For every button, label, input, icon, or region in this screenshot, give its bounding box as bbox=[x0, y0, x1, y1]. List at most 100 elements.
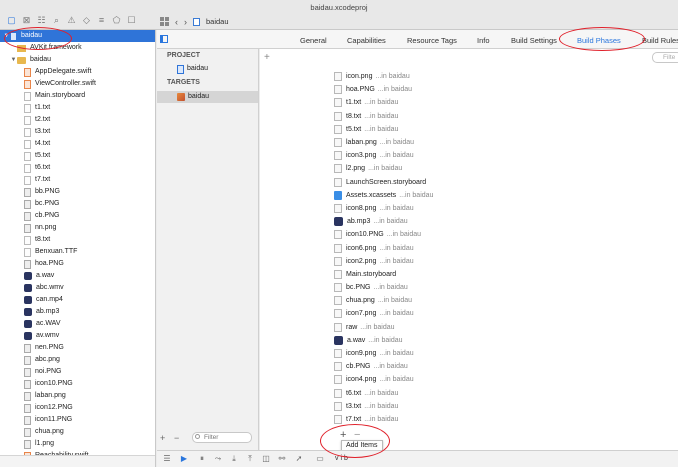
navigator-row[interactable]: t8.txt bbox=[0, 234, 155, 246]
navigator-row[interactable]: icon12.PNG bbox=[0, 402, 155, 414]
navigator-row[interactable]: can.mp4 bbox=[0, 294, 155, 306]
navigator-row[interactable]: ▼ baidau bbox=[0, 54, 155, 66]
navigator-row[interactable]: t3.txt bbox=[0, 126, 155, 138]
debug-view-hierarchy-icon[interactable]: ◫ bbox=[261, 454, 271, 464]
tab-resource-tags[interactable]: Resource Tags bbox=[407, 36, 457, 45]
resource-file-row[interactable]: a.wav ...in baidau bbox=[334, 334, 678, 347]
filter-lines-icon[interactable]: ☰ bbox=[162, 454, 172, 464]
navigator-row[interactable]: chua.png bbox=[0, 426, 155, 438]
resource-file-row[interactable]: icon8.png ...in baidau bbox=[334, 202, 678, 215]
navigator-row[interactable]: ViewController.swift bbox=[0, 78, 155, 90]
resource-file-row[interactable]: icon.png ...in baidau bbox=[334, 70, 678, 83]
remove-target-button[interactable]: − bbox=[174, 433, 179, 443]
resource-file-row[interactable]: l2.png ...in baidau bbox=[334, 162, 678, 175]
forward-arrow-icon[interactable]: › bbox=[184, 17, 187, 27]
navigator-row[interactable]: t6.txt bbox=[0, 162, 155, 174]
sidebar-toggle-icon[interactable] bbox=[160, 35, 168, 43]
resource-file-row[interactable]: chua.png ...in baidau bbox=[334, 294, 678, 307]
navigator-row[interactable]: bc.PNG bbox=[0, 198, 155, 210]
navigator-row[interactable]: t7.txt bbox=[0, 174, 155, 186]
disclosure-triangle-icon[interactable]: ▼ bbox=[10, 54, 17, 66]
resource-file-row[interactable]: t7.txt ...in baidau bbox=[334, 413, 678, 426]
tab-capabilities[interactable]: Capabilities bbox=[347, 36, 386, 45]
breakpoint-navigator-icon[interactable]: ⬠ bbox=[111, 15, 122, 26]
resource-file-row[interactable]: LaunchScreen.storyboard bbox=[334, 176, 678, 189]
navigator-row[interactable]: av.wmv bbox=[0, 330, 155, 342]
navigator-row[interactable]: abc.png bbox=[0, 354, 155, 366]
source-control-icon[interactable]: ⊠ bbox=[21, 15, 32, 26]
navigator-row[interactable]: laban.png bbox=[0, 390, 155, 402]
jump-bar-crumb[interactable]: baidau bbox=[206, 17, 229, 26]
add-target-button[interactable]: + bbox=[160, 433, 165, 443]
project-navigator-icon[interactable]: ▢ bbox=[6, 15, 17, 26]
navigator-row[interactable]: ac.WAV bbox=[0, 318, 155, 330]
resource-file-row[interactable]: Assets.xcassets ...in baidau bbox=[334, 189, 678, 202]
navigator-row[interactable]: ▼ baidau bbox=[0, 30, 155, 42]
resource-file-row[interactable]: t8.txt ...in baidau bbox=[334, 110, 678, 123]
add-build-phase-button[interactable]: + bbox=[264, 52, 270, 63]
navigator-row[interactable]: cb.PNG bbox=[0, 210, 155, 222]
resource-file-row[interactable]: icon2.png ...in baidau bbox=[334, 255, 678, 268]
navigator-row[interactable]: t4.txt bbox=[0, 138, 155, 150]
navigator-row[interactable]: Benxuan.TTF bbox=[0, 246, 155, 258]
process-icon[interactable]: ▭ bbox=[315, 454, 325, 464]
tab-build-settings[interactable]: Build Settings bbox=[511, 36, 557, 45]
tab-build-phases[interactable]: Build Phases bbox=[577, 36, 621, 45]
resource-file-row[interactable]: ab.mp3 ...in baidau bbox=[334, 215, 678, 228]
navigator-row[interactable]: nen.PNG bbox=[0, 342, 155, 354]
resource-file-row[interactable]: Main.storyboard bbox=[334, 268, 678, 281]
navigator-row[interactable]: nn.png bbox=[0, 222, 155, 234]
resource-file-row[interactable]: t1.txt ...in baidau bbox=[334, 96, 678, 109]
targets-filter-input[interactable] bbox=[192, 432, 252, 443]
simulate-location-icon[interactable]: ➚ bbox=[294, 454, 304, 464]
navigator-row[interactable]: Main.storyboard bbox=[0, 90, 155, 102]
debug-navigator-icon[interactable]: ≡ bbox=[96, 15, 107, 26]
resource-file-row[interactable]: icon10.PNG ...in baidau bbox=[334, 228, 678, 241]
resource-file-row[interactable]: icon4.png ...in baidau bbox=[334, 373, 678, 386]
navigator-row[interactable]: hoa.PNG bbox=[0, 258, 155, 270]
disclosure-triangle-icon[interactable]: ▼ bbox=[3, 30, 10, 42]
resource-file-row[interactable]: hoa.PNG ...in baidau bbox=[334, 83, 678, 96]
resource-file-row[interactable]: t3.txt ...in baidau bbox=[334, 400, 678, 413]
navigator-row[interactable]: abc.wmv bbox=[0, 282, 155, 294]
navigator-row[interactable]: t1.txt bbox=[0, 102, 155, 114]
report-navigator-icon[interactable]: ☐ bbox=[126, 15, 137, 26]
navigator-row[interactable]: icon10.PNG bbox=[0, 378, 155, 390]
step-in-icon[interactable]: ⤓ bbox=[229, 454, 239, 464]
resource-file-row[interactable]: cb.PNG ...in baidau bbox=[334, 360, 678, 373]
tab-general[interactable]: General bbox=[300, 36, 327, 45]
navigator-row[interactable]: t5.txt bbox=[0, 150, 155, 162]
target-item[interactable]: baidau bbox=[157, 91, 258, 103]
resource-file-row[interactable]: t6.txt ...in baidau bbox=[334, 387, 678, 400]
related-items-icon[interactable] bbox=[160, 17, 169, 26]
tab-build-rules[interactable]: Build Rules bbox=[642, 36, 678, 45]
navigator-row[interactable]: icon11.PNG bbox=[0, 414, 155, 426]
step-out-icon[interactable]: ⤒ bbox=[245, 454, 255, 464]
navigator-row[interactable]: AVKit.framework bbox=[0, 42, 155, 54]
resource-file-row[interactable]: bc.PNG ...in baidau bbox=[334, 281, 678, 294]
project-item[interactable]: baidau bbox=[157, 63, 258, 75]
phases-filter-input[interactable]: Filte bbox=[652, 52, 678, 63]
navigator-row[interactable]: noi.PNG bbox=[0, 366, 155, 378]
navigator-row[interactable]: l1.png bbox=[0, 438, 155, 450]
pause-icon[interactable]: ⏸ bbox=[197, 454, 207, 464]
resource-file-row[interactable]: icon9.png ...in baidau bbox=[334, 347, 678, 360]
resource-file-row[interactable]: raw ...in baidau bbox=[334, 321, 678, 334]
symbol-navigator-icon[interactable]: ☷ bbox=[36, 15, 47, 26]
test-navigator-icon[interactable]: ◇ bbox=[81, 15, 92, 26]
navigator-row[interactable]: ab.mp3 bbox=[0, 306, 155, 318]
find-navigator-icon[interactable]: ⌕ bbox=[51, 15, 62, 26]
resource-file-row[interactable]: icon3.png ...in baidau bbox=[334, 149, 678, 162]
breakpoints-toggle-icon[interactable]: ▶ bbox=[179, 454, 189, 464]
navigator-row[interactable]: a.wav bbox=[0, 270, 155, 282]
back-arrow-icon[interactable]: ‹ bbox=[175, 17, 178, 27]
navigator-row[interactable]: bb.PNG bbox=[0, 186, 155, 198]
resource-file-row[interactable]: laban.png ...in baidau bbox=[334, 136, 678, 149]
resource-file-row[interactable]: icon7.png ...in baidau bbox=[334, 307, 678, 320]
issue-navigator-icon[interactable]: ⚠ bbox=[66, 15, 77, 26]
memory-graph-icon[interactable]: ⚯ bbox=[277, 454, 287, 464]
navigator-row[interactable]: t2.txt bbox=[0, 114, 155, 126]
resource-file-row[interactable]: t5.txt ...in baidau bbox=[334, 123, 678, 136]
tab-info[interactable]: Info bbox=[477, 36, 490, 45]
navigator-row[interactable]: AppDelegate.swift bbox=[0, 66, 155, 78]
